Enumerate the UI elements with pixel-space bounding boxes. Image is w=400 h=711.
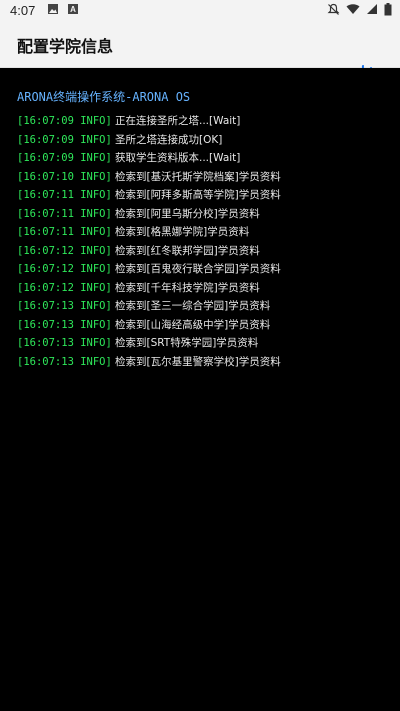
log-message: 检索到[圣三一综合学园]学员资料 [115,300,271,312]
log-line: [16:07:09 INFO] 圣所之塔连接成功[OK] [17,131,281,150]
terminal-log: [16:07:09 INFO] 正在连接圣所之塔...[Wait] [16:07:0… [17,112,281,371]
log-message: 检索到[瓦尔基里警察学校]学员资料 [115,355,281,368]
log-line: [16:07:09 INFO] 获取学生资料版本...[Wait] [17,149,281,168]
log-message: 检索到[阿拜多斯高等学院]学员资料 [115,189,281,201]
app-bar: 配置学院信息 [0,21,400,72]
notifications-off-icon [327,3,340,19]
log-message: 检索到[红冬联邦学园]学员资料 [115,244,260,257]
log-line: [16:07:13 INFO] 检索到[山海经高级中学]学员资料 [17,316,281,335]
log-timestamp: [16:07:13 INFO] [17,300,112,312]
log-message: 正在连接圣所之塔...[Wait] [115,115,241,127]
log-timestamp: [16:07:12 INFO] [17,281,112,294]
log-line: [16:07:11 INFO] 检索到[阿里乌斯分校]学员资料 [17,205,281,224]
log-timestamp: [16:07:13 INFO] [17,355,112,368]
log-message: 检索到[格黑娜学院]学员资料 [115,226,250,238]
log-message: 检索到[基沃托斯学院档案]学员资料 [115,170,281,183]
terminal-panel: ARONA终端操作系统-ARONA OS [16:07:09 INFO] 正在连接… [0,68,400,711]
log-message: 获取学生资料版本...[Wait] [115,152,241,164]
status-time: 4:07 [10,3,36,18]
log-timestamp: [16:07:12 INFO] [17,263,112,275]
log-line: [16:07:11 INFO] 检索到[阿拜多斯高等学院]学员资料 [17,186,281,205]
log-line: [16:07:13 INFO] 检索到[圣三一综合学园]学员资料 [17,297,281,316]
signal-icon [366,3,378,18]
a-icon: A [67,3,79,18]
log-line: [16:07:12 INFO] 检索到[百鬼夜行联合学园]学员资料 [17,260,281,279]
log-timestamp: [16:07:13 INFO] [17,318,112,331]
log-message: 圣所之塔连接成功[OK] [115,133,223,146]
svg-text:A: A [70,5,76,14]
battery-icon [384,2,392,19]
log-message: 检索到[千年科技学院]学员资料 [115,281,260,294]
log-timestamp: [16:07:09 INFO] [17,152,112,164]
log-timestamp: [16:07:09 INFO] [17,133,112,146]
log-message: 检索到[阿里乌斯分校]学员资料 [115,207,260,220]
log-timestamp: [16:07:11 INFO] [17,226,112,238]
log-line: [16:07:10 INFO] 检索到[基沃托斯学院档案]学员资料 [17,168,281,187]
log-message: 检索到[百鬼夜行联合学园]学员资料 [115,263,281,275]
log-line: [16:07:13 INFO] 检索到[瓦尔基里警察学校]学员资料 [17,353,281,372]
status-bar: 4:07 A [0,0,400,21]
log-timestamp: [16:07:11 INFO] [17,207,112,220]
log-timestamp: [16:07:11 INFO] [17,189,112,201]
wifi-icon [346,3,360,18]
log-line: [16:07:12 INFO] 检索到[红冬联邦学园]学员资料 [17,242,281,261]
log-timestamp: [16:07:10 INFO] [17,170,112,183]
log-line: [16:07:11 INFO] 检索到[格黑娜学院]学员资料 [17,223,281,242]
log-line: [16:07:09 INFO] 正在连接圣所之塔...[Wait] [17,112,281,131]
log-line: [16:07:12 INFO] 检索到[千年科技学院]学员资料 [17,279,281,298]
log-message: 检索到[山海经高级中学]学员资料 [115,318,271,331]
log-timestamp: [16:07:12 INFO] [17,244,112,257]
log-message: 检索到[SRT特殊学园]学员资料 [115,337,259,349]
image-icon [47,3,59,18]
log-timestamp: [16:07:09 INFO] [17,115,112,127]
terminal-header: ARONA终端操作系统-ARONA OS [17,90,191,104]
page-title: 配置学院信息 [17,37,114,56]
log-line: [16:07:13 INFO] 检索到[SRT特殊学园]学员资料 [17,334,281,353]
log-timestamp: [16:07:13 INFO] [17,337,112,349]
